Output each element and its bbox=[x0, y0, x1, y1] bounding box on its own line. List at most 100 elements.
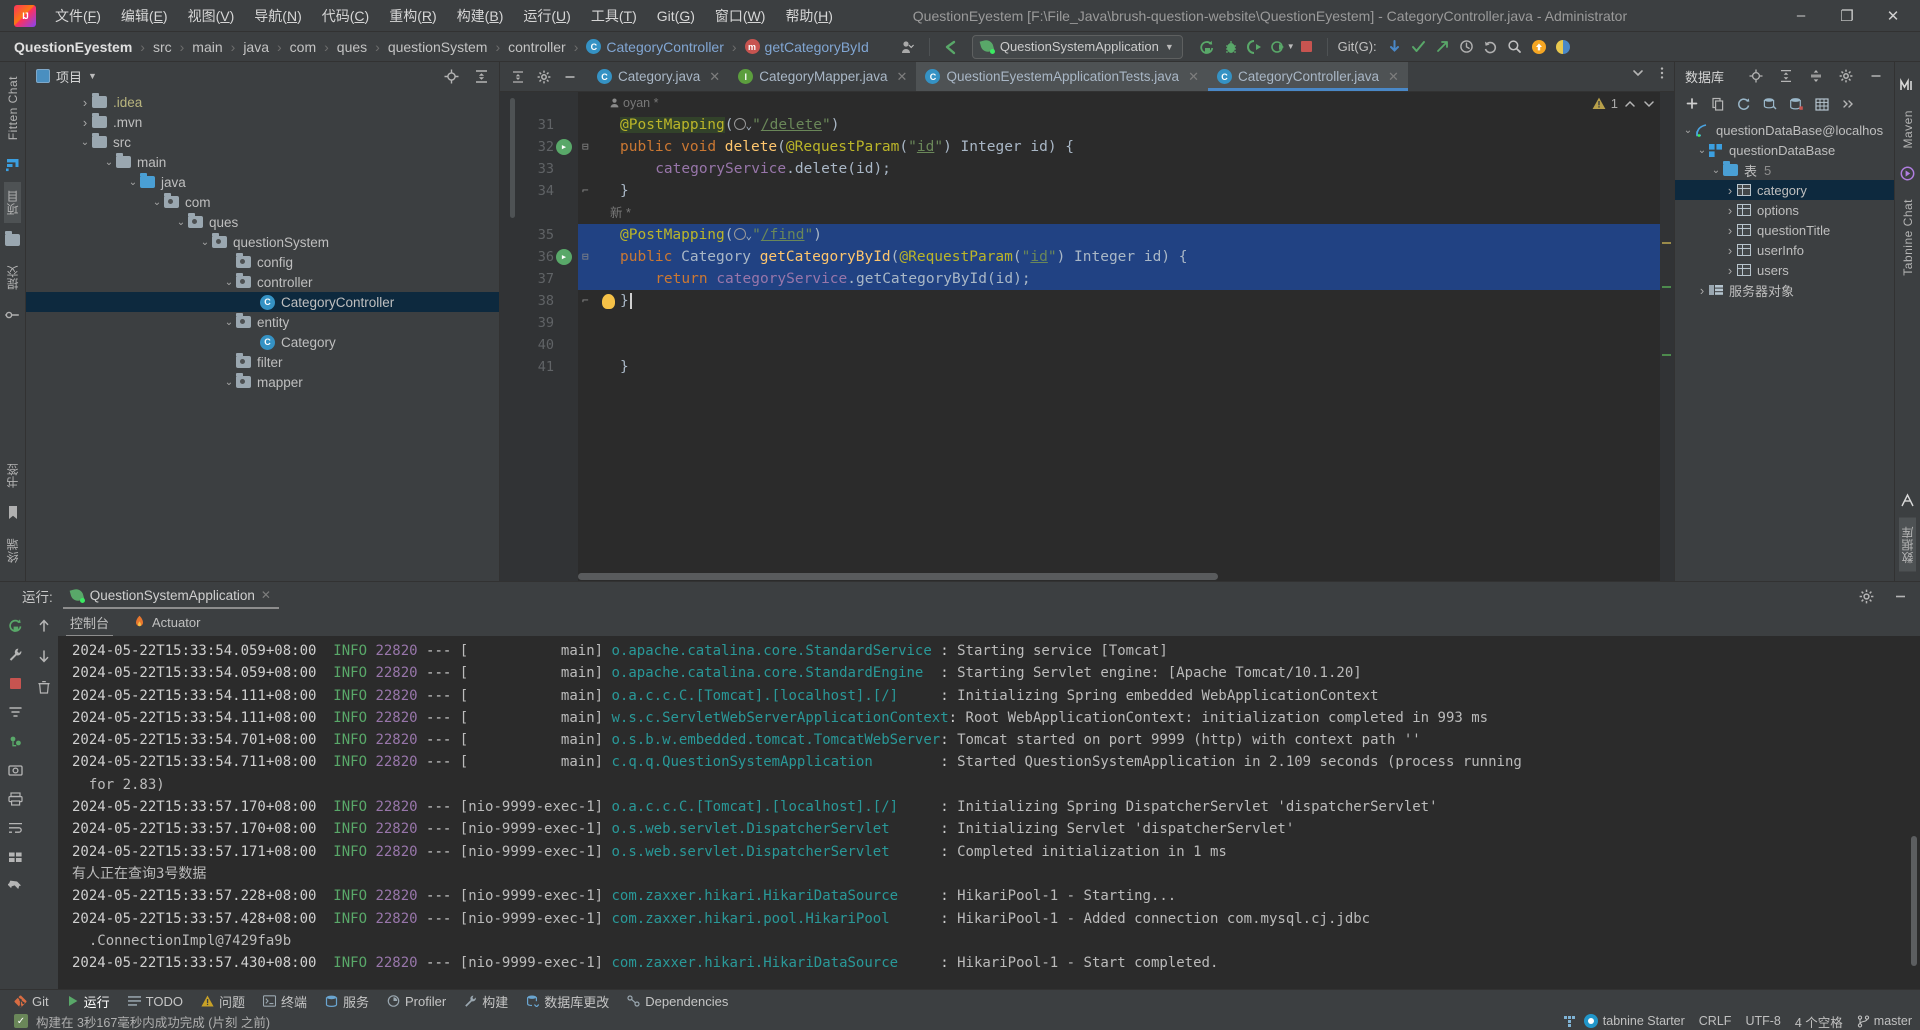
back-arrow-icon[interactable] bbox=[938, 36, 962, 58]
database-tree[interactable]: ⌄questionDataBase@localhos⌄questionDataB… bbox=[1675, 118, 1894, 581]
table-icon[interactable] bbox=[1813, 95, 1831, 113]
ai-assistant-icon[interactable] bbox=[1551, 36, 1575, 58]
git-update-icon[interactable] bbox=[1383, 36, 1407, 58]
query-console-icon[interactable] bbox=[1761, 95, 1779, 113]
tool-window-terminal[interactable]: 终端 bbox=[4, 530, 21, 571]
folder-icon[interactable] bbox=[3, 230, 23, 250]
update-badge-icon[interactable] bbox=[1527, 36, 1551, 58]
camera-icon[interactable] bbox=[6, 761, 24, 779]
project-tree-item-category[interactable]: CCategory bbox=[26, 332, 499, 352]
chevron-down-icon[interactable]: ⌄ bbox=[222, 377, 236, 388]
breadcrumb-item-6[interactable]: questionSystem bbox=[386, 37, 490, 57]
maximize-button[interactable]: ❐ bbox=[1824, 0, 1870, 31]
db-tree-item--[interactable]: ⌄表5 bbox=[1675, 160, 1894, 180]
project-tree-item-questionsystem[interactable]: ⌄questionSystem bbox=[26, 232, 499, 252]
fitten-logo-icon[interactable] bbox=[3, 155, 23, 175]
soft-wrap-icon[interactable] bbox=[6, 819, 24, 837]
close-icon[interactable]: ✕ bbox=[1388, 69, 1399, 85]
maven-icon[interactable] bbox=[1898, 75, 1918, 95]
tool-window-database[interactable]: 数据库 bbox=[1899, 518, 1916, 572]
menu-item-1[interactable]: 编辑(E) bbox=[112, 2, 177, 30]
data-source-icon[interactable] bbox=[1787, 95, 1805, 113]
more-icon[interactable] bbox=[1839, 95, 1857, 113]
status-bar-item--[interactable]: 构建 bbox=[464, 992, 508, 1011]
database-icon[interactable] bbox=[1898, 491, 1918, 511]
db-tree-item-users[interactable]: ›users bbox=[1675, 260, 1894, 280]
collapse-all-icon[interactable] bbox=[1804, 65, 1828, 87]
db-tree-item-category[interactable]: ›category bbox=[1675, 180, 1894, 200]
editor-marker-strip[interactable] bbox=[1660, 92, 1674, 581]
rollback-icon[interactable] bbox=[1479, 36, 1503, 58]
git-commit-icon[interactable] bbox=[1407, 36, 1431, 58]
tool-window-bookmarks[interactable]: 书签 bbox=[4, 455, 21, 496]
chevron-down-icon[interactable]: ⌄ bbox=[1709, 165, 1723, 176]
git-push-icon[interactable] bbox=[1431, 36, 1455, 58]
chevron-right-icon[interactable]: › bbox=[78, 95, 92, 110]
gear-icon[interactable] bbox=[1834, 65, 1858, 87]
expand-all-icon[interactable] bbox=[1774, 65, 1798, 87]
encoding-status[interactable]: UTF-8 bbox=[1745, 1014, 1780, 1028]
debug-icon[interactable] bbox=[1219, 36, 1243, 58]
hide-panel-icon[interactable] bbox=[558, 66, 582, 88]
code-line[interactable]: 37return categoryService.getCategoryById… bbox=[578, 268, 1674, 290]
chevron-down-icon[interactable]: ⌄ bbox=[78, 137, 92, 148]
db-tree-item-questiontitle[interactable]: ›questionTitle bbox=[1675, 220, 1894, 240]
project-tree-item-main[interactable]: ⌄main bbox=[26, 152, 499, 172]
tool-window-fitten-chat[interactable]: Fitten Chat bbox=[6, 68, 20, 148]
menu-item-9[interactable]: Git(G) bbox=[648, 4, 704, 28]
git-branch-status[interactable]: master bbox=[1874, 1014, 1912, 1028]
run-with-coverage-icon[interactable] bbox=[1243, 36, 1267, 58]
code-line[interactable]: 35@PostMapping(⌄"/find") bbox=[578, 224, 1674, 246]
user-settings-icon[interactable] bbox=[897, 36, 921, 58]
run-method-icon[interactable] bbox=[556, 139, 572, 155]
code-line[interactable]: 36⊟public Category getCategoryById(@Requ… bbox=[578, 246, 1674, 268]
minimize-icon[interactable] bbox=[1864, 65, 1888, 87]
minimize-icon[interactable] bbox=[1888, 585, 1912, 607]
chevron-down-icon[interactable]: ⌄ bbox=[126, 177, 140, 188]
breadcrumb-item-5[interactable]: ques bbox=[335, 37, 369, 57]
run-configuration-selector[interactable]: QuestionSystemApplication ▼ bbox=[972, 35, 1183, 59]
code-lines[interactable]: oyan *31@PostMapping(⌄"/delete")32⊟publi… bbox=[578, 92, 1674, 581]
tool-window-tabnine-chat[interactable]: Tabnine Chat bbox=[1901, 191, 1915, 284]
locate-target-icon[interactable] bbox=[439, 65, 463, 87]
menu-item-7[interactable]: 运行(U) bbox=[514, 2, 579, 30]
project-tree-item--mvn[interactable]: ›.mvn bbox=[26, 112, 499, 132]
refresh-icon[interactable] bbox=[1735, 95, 1753, 113]
more-vertical-icon[interactable] bbox=[1650, 62, 1674, 84]
db-tree-item-userinfo[interactable]: ›userInfo bbox=[1675, 240, 1894, 260]
settings-gear-icon[interactable] bbox=[532, 66, 556, 88]
chevron-down-icon[interactable]: ⌄ bbox=[222, 317, 236, 328]
tabnine-icon[interactable] bbox=[1898, 164, 1918, 184]
chevron-down-icon[interactable]: ▼ bbox=[88, 71, 97, 81]
chevron-right-icon[interactable]: › bbox=[1723, 243, 1737, 258]
menu-item-2[interactable]: 视图(V) bbox=[179, 2, 244, 30]
db-tree-item-questiondatabase[interactable]: ⌄questionDataBase bbox=[1675, 140, 1894, 160]
scroll-up-icon[interactable] bbox=[35, 616, 53, 634]
chevron-right-icon[interactable]: › bbox=[1723, 203, 1737, 218]
copy-icon[interactable] bbox=[1709, 95, 1727, 113]
close-icon[interactable]: ✕ bbox=[709, 69, 720, 85]
status-bar-item-todo[interactable]: TODO bbox=[128, 994, 183, 1009]
close-icon[interactable]: ✕ bbox=[897, 69, 908, 85]
wrench-icon[interactable] bbox=[6, 645, 24, 663]
structure-icon[interactable] bbox=[3, 305, 23, 325]
menu-item-10[interactable]: 窗口(W) bbox=[706, 2, 775, 30]
project-tree-item-filter[interactable]: filter bbox=[26, 352, 499, 372]
gear-icon[interactable] bbox=[1854, 585, 1878, 607]
db-tree-item--[interactable]: ›服务器对象 bbox=[1675, 280, 1894, 300]
breadcrumb-item-2[interactable]: main bbox=[190, 37, 224, 57]
code-line[interactable]: 32⊟public void delete(@RequestParam("id"… bbox=[578, 136, 1674, 158]
project-tree-item-controller[interactable]: ⌄controller bbox=[26, 272, 499, 292]
editor-tab-categorycontroller[interactable]: CCategoryController.java✕ bbox=[1208, 62, 1408, 91]
run-method-icon[interactable] bbox=[556, 249, 572, 265]
editor-tab-category[interactable]: CCategory.java✕ bbox=[588, 62, 729, 91]
fold-end-icon[interactable]: ⌐ bbox=[582, 180, 589, 202]
code-line[interactable]: 40 bbox=[578, 334, 1674, 356]
filter-icon[interactable] bbox=[6, 703, 24, 721]
status-bar-item-dependencies[interactable]: Dependencies bbox=[627, 994, 728, 1009]
breadcrumb-item-1[interactable]: src bbox=[151, 37, 174, 57]
fold-collapse-icon[interactable]: ⊟ bbox=[582, 136, 589, 158]
chevron-down-icon[interactable]: ⌄ bbox=[198, 237, 212, 248]
rerun-icon[interactable] bbox=[1195, 36, 1219, 58]
collapse-all-icon[interactable] bbox=[506, 66, 530, 88]
